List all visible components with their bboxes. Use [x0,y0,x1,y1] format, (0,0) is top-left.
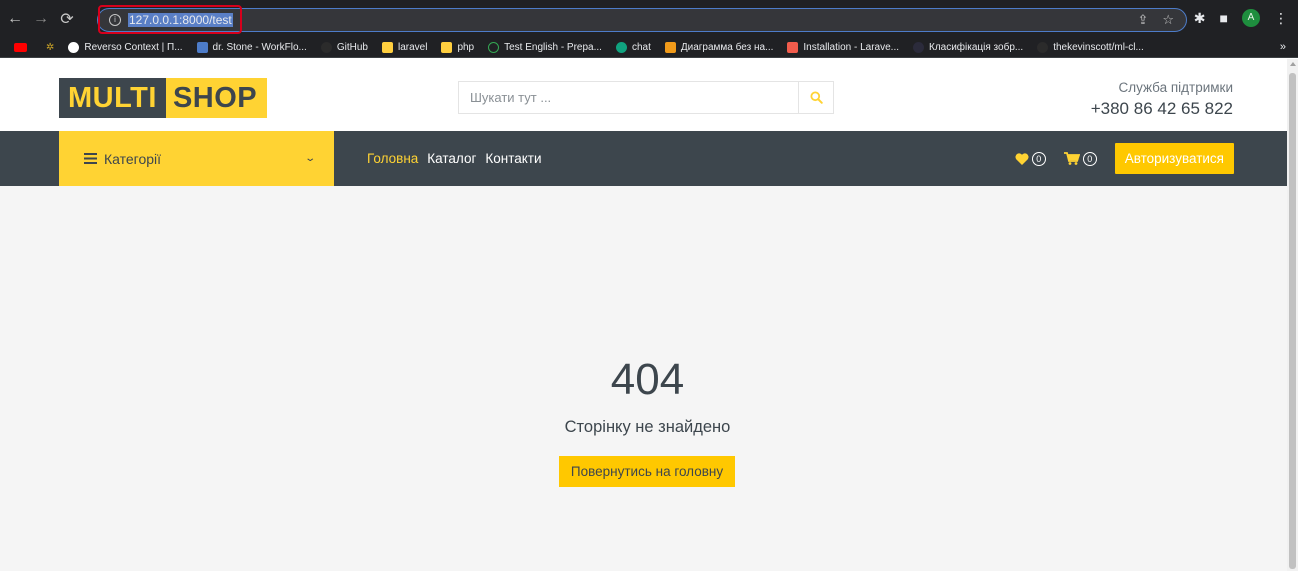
shopping-cart-icon [1063,152,1080,165]
bookmark-label: thekevinscott/ml-cl... [1053,41,1144,53]
bookmark-item[interactable]: Reverso Context | П... [68,41,183,53]
cart-button[interactable]: 0 [1063,151,1097,166]
support-phone: +380 86 42 65 822 [1090,99,1233,118]
bookmark-star-shaped-icon[interactable]: ✲ [46,42,54,53]
extensions-puzzle-icon[interactable]: ✱ [1194,10,1206,27]
info-icon[interactable]: i [109,14,121,26]
bookmark-label: Диаграмма без на... [680,41,774,53]
back-home-button[interactable]: Повернутись на головну [559,456,735,487]
wishlist-count-badge: 0 [1031,151,1046,166]
search-form [458,81,834,114]
laravel-icon [787,41,799,53]
bookmark-favicon-icon [68,41,80,53]
check-icon [488,41,500,53]
page-scrollbar[interactable] [1287,59,1298,571]
bookmark-item[interactable]: Test English - Prepa... [488,41,602,53]
bookmarks-overflow-button[interactable]: » [1280,41,1286,53]
back-arrow-icon[interactable]: ← [4,8,26,30]
nav-link-contacts[interactable]: Контакти [485,151,541,166]
chatgpt-icon [615,41,627,53]
error-code: 404 [610,355,685,404]
bookmark-item[interactable]: GitHub [320,41,368,53]
bookmark-item[interactable]: laravel [381,41,428,53]
logo-text-multi: MULTI [59,78,166,118]
bookmarks-bar: ✲ Reverso Context | П... dr. Stone - Wor… [0,37,1298,58]
url-text[interactable]: 127.0.0.1:8000/test [128,13,233,27]
bookmark-item[interactable]: Класифікація зобр... [913,41,1024,53]
error-message: Сторінку не знайдено [564,418,731,436]
bookmark-label: Reverso Context | П... [84,41,183,53]
support-label: Служба підтримки [1118,80,1233,95]
bookmark-label: php [457,41,475,53]
profile-avatar[interactable]: A [1242,9,1260,27]
bookmark-item[interactable]: php [441,41,475,53]
bookmark-item[interactable]: Диаграмма без на... [664,41,774,53]
scrollbar-thumb[interactable] [1289,73,1296,569]
github-icon [320,41,332,53]
diagram-icon [664,41,676,53]
bookmark-label: GitHub [336,41,368,53]
bookmark-item[interactable]: dr. Stone - WorkFlo... [196,41,307,53]
page-viewport: MULTI SHOP Служба підтримки +380 86 42 6… [0,59,1287,571]
bookmark-item[interactable]: thekevinscott/ml-cl... [1037,41,1144,53]
bookmark-label: dr. Stone - WorkFlo... [212,41,307,53]
site-logo[interactable]: MULTI SHOP [59,78,268,118]
hamburger-icon [84,153,97,164]
cart-count-badge: 0 [1082,151,1097,166]
address-bar[interactable]: i 127.0.0.1:8000/test ⇪ ☆ [97,8,1187,32]
nav-link-catalog[interactable]: Каталог [427,151,476,166]
github-icon [1037,41,1049,53]
bookmark-star-icon[interactable]: ☆ [1162,12,1174,28]
search-button[interactable] [798,82,833,113]
site-header: MULTI SHOP Служба підтримки +380 86 42 6… [0,59,1287,131]
search-icon [809,91,823,104]
side-panel-icon[interactable]: ■ [1220,10,1228,26]
navbar-actions: 0 0 Авторизуватися [1015,131,1234,186]
bookmark-label: Класифікація зобр... [929,41,1024,53]
browser-toolbar: ← → ⟳ i 127.0.0.1:8000/test ⇪ ☆ ✱ ■ A ⋮ [0,0,1298,37]
bookmark-label: laravel [397,41,428,53]
login-button[interactable]: Авторизуватися [1114,143,1234,174]
main-navbar: Категорії ⌄ Головна Каталог Контакти 0 0… [0,131,1287,186]
bookmark-youtube-icon[interactable] [14,42,32,52]
chevron-down-icon: ⌄ [303,153,316,164]
bookmark-item[interactable]: chat [615,41,651,53]
wishlist-button[interactable]: 0 [1015,151,1046,166]
nav-links: Головна Каталог Контакти [367,131,542,186]
folder-icon [441,41,453,53]
bookmark-label: chat [631,41,651,53]
nav-link-home[interactable]: Головна [367,151,418,166]
a-letter-icon [913,41,924,53]
share-icon[interactable]: ⇪ [1137,12,1148,28]
bookmark-label: Test English - Prepa... [504,41,602,53]
categories-dropdown-button[interactable]: Категорії ⌄ [59,131,334,186]
heart-icon [1015,152,1029,165]
search-input[interactable] [459,82,798,113]
categories-label: Категорії [104,150,162,167]
folder-icon [381,41,393,53]
bookmark-favicon-icon [196,41,208,53]
bookmark-item[interactable]: Installation - Larave... [787,41,899,53]
kebab-menu-icon[interactable]: ⋮ [1274,10,1288,27]
scroll-up-arrow-icon[interactable] [1290,62,1296,66]
logo-text-shop: SHOP [165,78,268,118]
reload-icon[interactable]: ⟳ [56,8,78,30]
forward-arrow-icon[interactable]: → [30,8,52,30]
bookmark-label: Installation - Larave... [803,41,899,53]
